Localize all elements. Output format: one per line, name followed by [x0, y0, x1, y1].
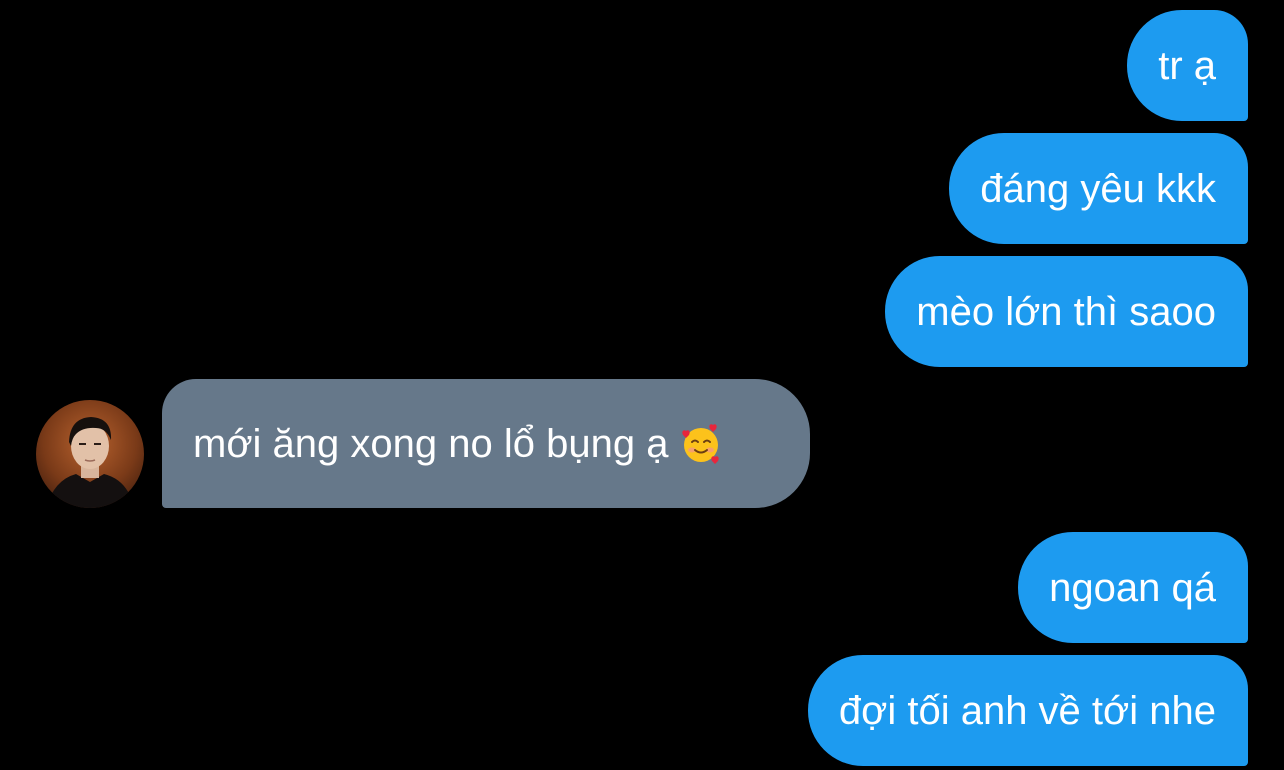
message-text: mèo lớn thì saoo [916, 289, 1216, 334]
user-avatar-icon [46, 417, 134, 508]
message-bubble-outgoing[interactable]: ngoan qá [1018, 532, 1248, 643]
message-text: đợi tối anh về tới nhe [838, 688, 1216, 733]
message-text: mới ăng xong no lổ bụng ạ [193, 421, 669, 466]
message-bubble-outgoing[interactable]: đợi tối anh về tới nhe [807, 655, 1248, 766]
message-bubble-outgoing[interactable]: đáng yêu kkk [949, 133, 1248, 244]
message-bubble-outgoing[interactable]: mèo lớn thì saoo [885, 256, 1248, 367]
message-text: đáng yêu kkk [980, 166, 1216, 211]
message-bubble-outgoing[interactable]: tr ạ [1127, 10, 1248, 121]
sender-avatar[interactable] [36, 400, 144, 508]
smiling-face-with-hearts-icon [680, 423, 722, 465]
message-bubble-incoming[interactable]: mới ăng xong no lổ bụng ạ [162, 379, 810, 508]
message-text: tr ạ [1158, 43, 1216, 88]
message-text: ngoan qá [1049, 565, 1216, 610]
